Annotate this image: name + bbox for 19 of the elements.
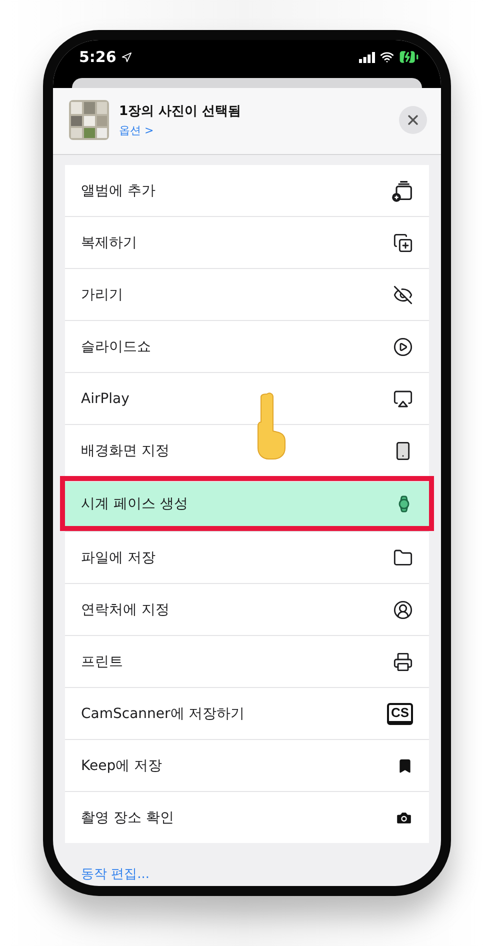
close-icon [405,112,421,128]
bookmark-icon [397,758,413,774]
play-icon [393,336,413,356]
airplay-icon [393,388,413,408]
location-icon [121,52,132,62]
printer-icon [393,652,413,672]
contact-icon [393,600,413,620]
wifi-icon [380,50,394,64]
duplicate-icon [393,232,413,252]
options-link[interactable]: 옵션 > [119,123,389,138]
album-add-icon [391,180,413,202]
camscanner-icon: CS [386,702,413,724]
status-time: 5:26 [79,48,116,66]
folder-icon [393,548,413,568]
close-button[interactable] [399,106,427,134]
action-item[interactable]: 촬영 장소 확인 [65,791,429,843]
share-sheet-title: 1장의 사진이 선택됨 [119,103,242,120]
eye-slash-icon [393,284,413,304]
signal-icon [359,52,375,62]
